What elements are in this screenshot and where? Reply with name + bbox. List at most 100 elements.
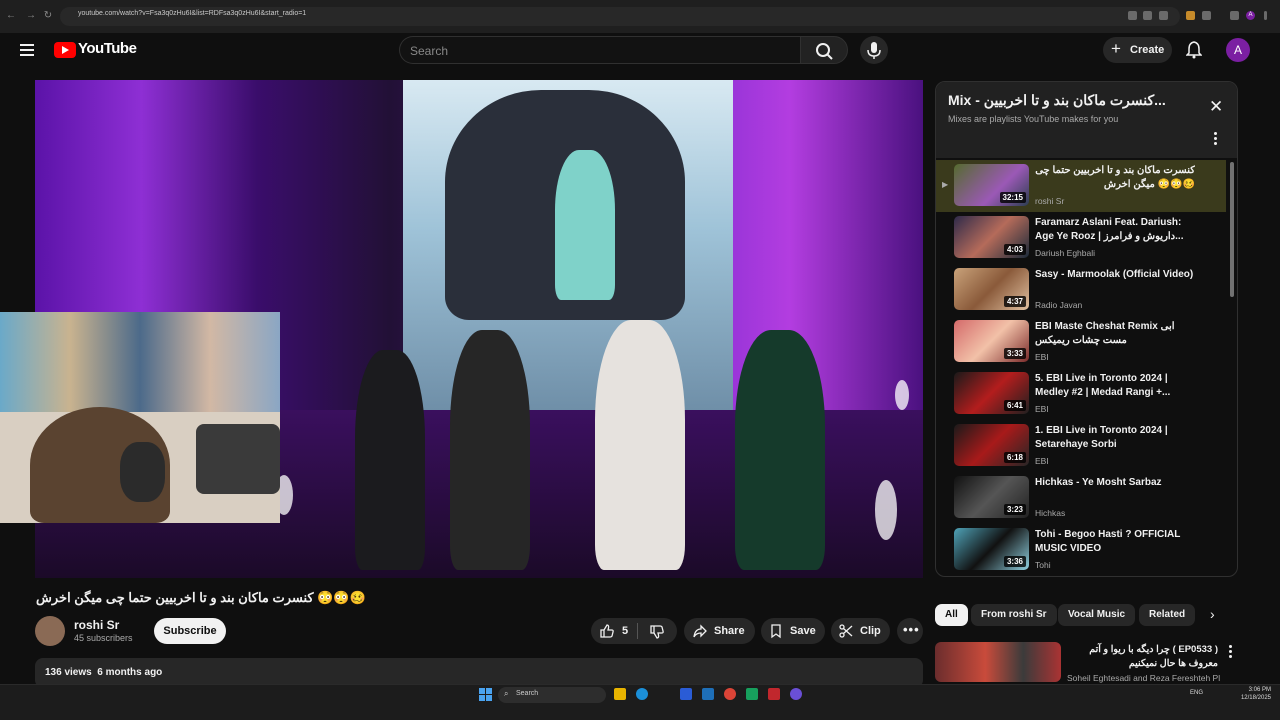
video-thumbnail: 3:36: [954, 528, 1029, 570]
performer-shirt: [555, 150, 615, 300]
band-member-guitar: [595, 320, 685, 570]
app-green-icon[interactable]: [746, 688, 758, 700]
chip-all[interactable]: All: [935, 604, 968, 626]
search-button[interactable]: [800, 36, 848, 64]
chip-vocal-music[interactable]: Vocal Music: [1058, 604, 1136, 626]
clock-time: 3:06 PM: [1248, 687, 1271, 693]
playlist-item[interactable]: 3:23 Hichkas - Ye Mosht Sarbaz Hichkas: [936, 472, 1226, 524]
stage-light: [895, 380, 909, 410]
item-channel: Hichkas: [1035, 508, 1066, 518]
zoom-icon[interactable]: [1128, 11, 1137, 20]
chip-from-channel[interactable]: From roshi Sr: [971, 604, 1057, 626]
playlist-item[interactable]: 4:37 Sasy - Marmoolak (Official Video) R…: [936, 264, 1226, 316]
recommendation-more-icon[interactable]: [1229, 645, 1232, 660]
clock-date: 12/18/2025: [1240, 695, 1271, 701]
youtube-logo-icon[interactable]: [54, 42, 76, 58]
extensions-puzzle-icon[interactable]: [1202, 11, 1211, 20]
chip-related[interactable]: Related: [1139, 604, 1196, 626]
playlist-title[interactable]: Mix - کنسرت ماکان بند و تا اخربیین...: [948, 92, 1166, 109]
search-icon: [816, 43, 833, 60]
playlist-more-icon[interactable]: [1214, 132, 1218, 147]
account-avatar[interactable]: A: [1226, 38, 1250, 62]
view-stats: 136 views 6 months ago: [45, 667, 162, 678]
wall-posters: [0, 312, 280, 412]
clip-label: Clip: [860, 625, 881, 637]
chevron-right-icon[interactable]: ›: [1210, 606, 1215, 622]
share-button[interactable]: Share: [684, 618, 755, 644]
hamburger-menu-icon[interactable]: [20, 44, 34, 56]
file-explorer-icon[interactable]: [614, 688, 626, 700]
save-label: Save: [790, 625, 816, 637]
cast-icon[interactable]: [1143, 11, 1152, 20]
tab-search-icon[interactable]: [1230, 11, 1239, 20]
item-channel: Dariush Eghbali: [1035, 248, 1096, 258]
bookmark-icon: [771, 624, 781, 639]
recommendation-title[interactable]: چرا دیگه با ریوا و آتم ( EP0533 ) معروف …: [1068, 643, 1218, 671]
subscribe-button[interactable]: Subscribe: [154, 618, 226, 644]
youtube-header: YouTube Search + Create A: [0, 33, 1280, 73]
thumbs-down-icon[interactable]: [649, 624, 665, 640]
playlist-item[interactable]: 3:33 EBI Maste Cheshat Remix ابی مست چشا…: [936, 316, 1226, 368]
discord-icon[interactable]: [790, 688, 802, 700]
windows-start-icon[interactable]: [479, 688, 492, 701]
item-title: Hichkas - Ye Mosht Sarbaz: [1035, 477, 1162, 488]
video-thumbnail: 3:23: [954, 476, 1029, 518]
item-title: 1. EBI Live in Toronto 2024 | Setarehaye…: [1035, 425, 1168, 450]
webcam-overlay: [0, 312, 280, 523]
thumbs-up-icon[interactable]: [599, 623, 615, 639]
edge-icon[interactable]: [636, 688, 648, 700]
clip-button[interactable]: Clip: [831, 618, 890, 644]
playlist-item[interactable]: 6:18 1. EBI Live in Toronto 2024 | Setar…: [936, 420, 1226, 472]
item-channel: roshi Sr: [1035, 196, 1065, 206]
playlist-header: Mix - کنسرت ماکان بند و تا اخربیین... Mi…: [936, 82, 1237, 158]
browser-menu-icon[interactable]: [1264, 11, 1267, 20]
video-thumbnail: 3:33: [954, 320, 1029, 362]
playlist-item[interactable]: 6:41 5. EBI Live in Toronto 2024 | Medle…: [936, 368, 1226, 420]
app-red-icon[interactable]: [768, 688, 780, 700]
address-bar[interactable]: youtube.com/watch?v=Fsa3q0zHu6I&list=RDF…: [60, 7, 1180, 26]
extension-icon[interactable]: [1186, 11, 1195, 20]
create-button[interactable]: + Create: [1103, 37, 1172, 63]
more-actions-button[interactable]: •••: [897, 618, 923, 644]
playlist-item[interactable]: ▶ 32:15 کنسرت ماکان بند و تا اخربیین حتم…: [936, 160, 1226, 212]
youtube-logo-text[interactable]: YouTube: [78, 40, 137, 57]
browser-profile-avatar[interactable]: A: [1246, 11, 1255, 20]
vscode-icon[interactable]: [680, 688, 692, 700]
item-title: Sasy - Marmoolak (Official Video): [1035, 269, 1194, 280]
duration-badge: 3:23: [1003, 504, 1026, 515]
duration-badge: 4:37: [1003, 296, 1026, 307]
taskbar-search-label: Search: [516, 690, 539, 697]
forward-icon[interactable]: →: [25, 10, 37, 22]
notifications-bell-icon[interactable]: [1185, 41, 1203, 59]
channel-name[interactable]: roshi Sr: [74, 618, 119, 632]
close-icon[interactable]: ✕: [1209, 97, 1223, 117]
playlist-item[interactable]: 3:36 Tohi - Begoo Hasti ? OFFICIAL MUSIC…: [936, 524, 1226, 576]
playlist-item[interactable]: 4:03 Faramarz Aslani Feat. Dariush: Age …: [936, 212, 1226, 264]
reload-icon[interactable]: ↻: [42, 10, 54, 22]
item-channel: EBI: [1035, 456, 1049, 466]
search-icon: ⌕: [504, 689, 509, 698]
video-thumbnail: 32:15: [954, 164, 1029, 206]
headphones-icon: [120, 442, 165, 502]
search-input[interactable]: Search: [399, 36, 800, 64]
playlist-subtitle: Mixes are playlists YouTube makes for yo…: [948, 114, 1119, 124]
playlist-scrollbar[interactable]: [1230, 162, 1234, 297]
language-indicator[interactable]: ENG: [1190, 690, 1203, 696]
chrome-icon[interactable]: [724, 688, 736, 700]
recommendation-thumbnail[interactable]: [935, 642, 1061, 682]
app-icon[interactable]: [702, 688, 714, 700]
back-icon[interactable]: ←: [5, 10, 17, 22]
save-button[interactable]: Save: [761, 618, 825, 644]
voice-search-button[interactable]: [860, 36, 888, 64]
clock[interactable]: 3:06 PM 12/18/2025: [1239, 686, 1271, 702]
like-count: 5: [622, 625, 629, 637]
item-channel: Radio Javan: [1035, 300, 1083, 310]
video-thumbnail: 4:37: [954, 268, 1029, 310]
bookmark-star-icon[interactable]: [1159, 11, 1168, 20]
channel-avatar[interactable]: [35, 616, 65, 646]
item-title: EBI Maste Cheshat Remix ابی مست چشات ریم…: [1035, 321, 1175, 346]
divider: [637, 623, 638, 639]
plus-icon: +: [1111, 39, 1121, 58]
taskbar-search[interactable]: ⌕ Search: [498, 687, 606, 703]
item-title: Faramarz Aslani Feat. Dariush: Age Ye Ro…: [1035, 217, 1184, 242]
